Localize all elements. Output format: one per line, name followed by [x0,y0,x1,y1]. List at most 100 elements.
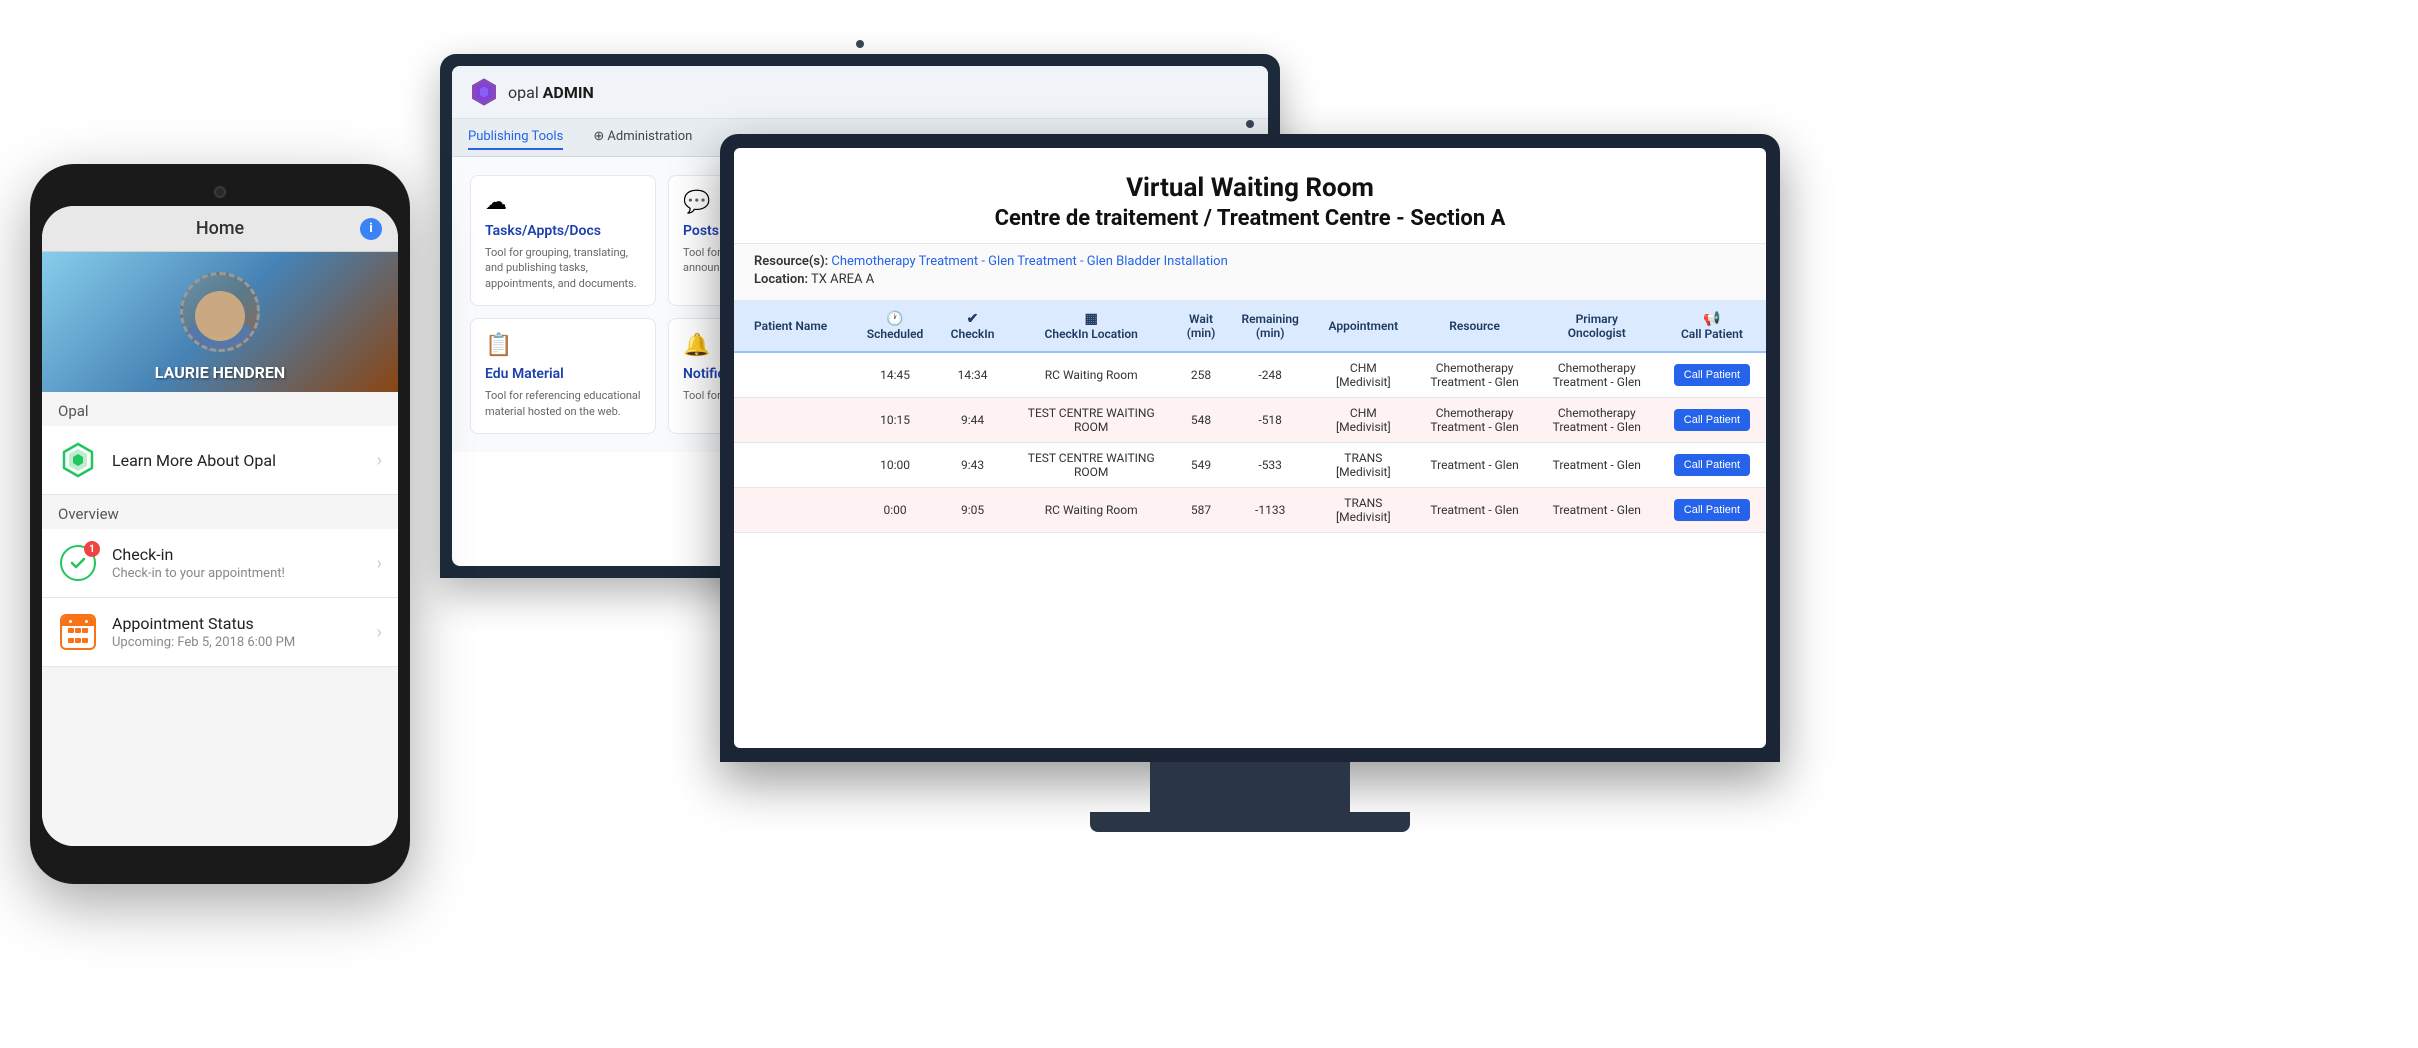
appointment-status-item[interactable]: Appointment Status Upcoming: Feb 5, 2018… [42,598,398,667]
vwr-title-line1: Virtual Waiting Room [754,172,1746,206]
appointment-status-text: Appointment Status Upcoming: Feb 5, 2018… [112,614,363,650]
th-appointment: Appointment [1313,301,1413,352]
call-patient-btn-3[interactable]: Call Patient [1674,454,1750,476]
td-patient-name-2 [734,397,853,442]
th-patient-name: Patient Name [734,301,853,352]
td-call-patient-4: Call Patient [1658,487,1766,532]
nav-publishing-tools[interactable]: Publishing Tools [468,125,563,150]
vwr-location-value: TX AREA A [811,272,874,287]
call-patient-btn-4[interactable]: Call Patient [1674,499,1750,521]
td-checkin-2: 9:44 [938,397,1008,442]
td-checkin-1: 14:34 [938,352,1008,398]
td-checkin-3: 9:43 [938,442,1008,487]
td-scheduled-3: 10:00 [853,442,938,487]
admin-logo-text: opal ADMIN [508,83,594,102]
th-primary-oncologist: PrimaryOncologist [1536,301,1658,352]
td-resource-3: Treatment - Glen [1413,442,1535,487]
admin-header: opal ADMIN [452,66,1268,119]
td-appointment-3: TRANS[Medivisit] [1313,442,1413,487]
table-row: 10:00 9:43 TEST CENTRE WAITINGROOM 549 -… [734,442,1766,487]
monitor-front-device: Virtual Waiting Room Centre de traitemen… [720,134,1780,762]
avatar [180,272,260,352]
check-in-item[interactable]: 1 Check-in Check-in to your appointment!… [42,529,398,598]
td-primary-oncologist-2: ChemotherapyTreatment - Glen [1536,397,1658,442]
th-call-patient-label: Call Patient [1681,327,1743,341]
td-remaining-4: -1133 [1227,487,1313,532]
call-patient-btn-1[interactable]: Call Patient [1674,364,1750,386]
vwr-table-container: Patient Name 🕐 Scheduled ✔ CheckIn [734,301,1766,741]
td-call-patient-2: Call Patient [1658,397,1766,442]
phone-wrapper: Home i LAURIE HENDREN Opal [30,164,410,884]
td-call-patient-3: Call Patient [1658,442,1766,487]
call-patient-speaker-icon: 📢 [1666,311,1758,327]
td-patient-name-1 [734,352,853,398]
info-icon[interactable]: i [360,218,382,240]
th-checkin-location: ▦ CheckIn Location [1008,301,1175,352]
td-scheduled-2: 10:15 [853,397,938,442]
check-in-icon-wrapper: 1 [58,543,98,583]
phone-camera [214,186,226,198]
td-scheduled-1: 14:45 [853,352,938,398]
opal-section-label: Opal [42,392,398,426]
td-scheduled-4: 0:00 [853,487,938,532]
phone-top-bar [42,182,398,206]
checkin-check-icon: ✔ [946,311,1000,327]
th-wait: Wait(min) [1175,301,1227,352]
checkmark-icon [68,553,88,573]
calendar-header-strip [62,616,94,626]
td-appointment-1: CHM[Medivisit] [1313,352,1413,398]
tasks-desc: Tool for grouping, translating, and publ… [485,245,641,291]
appointment-chevron: › [377,622,382,643]
td-wait-4: 587 [1175,487,1227,532]
th-patient-name-label: Patient Name [754,319,827,333]
vwr-location-label: Location: [754,272,808,287]
td-resource-4: Treatment - Glen [1413,487,1535,532]
monitor-back-camera [856,40,864,48]
th-checkin-label: CheckIn [951,327,995,341]
th-resource: Resource [1413,301,1535,352]
learn-more-item[interactable]: Learn More About Opal › [42,426,398,495]
location-grid-icon: ▦ [1016,311,1167,327]
vwr-screen: Virtual Waiting Room Centre de traitemen… [734,148,1766,748]
learn-more-title: Learn More About Opal [112,451,363,470]
vwr-meta: Resource(s): Chemotherapy Treatment - Gl… [734,244,1766,301]
td-wait-1: 258 [1175,352,1227,398]
td-resource-1: ChemotherapyTreatment - Glen [1413,352,1535,398]
vwr-table-body: 14:45 14:34 RC Waiting Room 258 -248 CHM… [734,352,1766,533]
opal-admin-logo: opal ADMIN [468,76,594,108]
td-patient-name-4 [734,487,853,532]
th-scheduled-label: Scheduled [867,327,924,341]
scheduled-clock-icon: 🕐 [861,311,930,327]
vwr-resources-value: Chemotherapy Treatment - Glen Treatment … [831,254,1227,269]
scene: Home i LAURIE HENDREN Opal [0,0,2418,1048]
td-call-patient-1: Call Patient [1658,352,1766,398]
vwr-header: Virtual Waiting Room Centre de traitemen… [734,148,1766,244]
calendar-icon [60,614,96,650]
check-in-badge: 1 [84,541,100,557]
td-patient-name-3 [734,442,853,487]
admin-card-edu[interactable]: 📋 Edu Material Tool for referencing educ… [470,318,656,434]
monitor-front-stand [1150,762,1350,812]
nav-administration[interactable]: ⊕ Administration [593,125,692,150]
monitor-front-base [1090,812,1410,832]
th-checkin-location-label: CheckIn Location [1045,327,1138,341]
th-remaining: Remaining(min) [1227,301,1313,352]
table-row: 0:00 9:05 RC Waiting Room 587 -1133 TRAN… [734,487,1766,532]
td-appointment-4: TRANS[Medivisit] [1313,487,1413,532]
td-checkin-4: 9:05 [938,487,1008,532]
td-primary-oncologist-3: Treatment - Glen [1536,442,1658,487]
check-in-subtitle: Check-in to your appointment! [112,566,363,581]
phone-device: Home i LAURIE HENDREN Opal [30,164,410,884]
monitor-front-camera [1246,120,1254,128]
admin-card-tasks[interactable]: ☁ Tasks/Appts/Docs Tool for grouping, tr… [470,175,656,306]
appointment-status-title: Appointment Status [112,614,363,633]
td-primary-oncologist-4: Treatment - Glen [1536,487,1658,532]
vwr-table: Patient Name 🕐 Scheduled ✔ CheckIn [734,301,1766,533]
table-header-row: Patient Name 🕐 Scheduled ✔ CheckIn [734,301,1766,352]
call-patient-btn-2[interactable]: Call Patient [1674,409,1750,431]
vwr-title-line2: Centre de traitement / Treatment Centre … [754,206,1746,231]
calendar-icon-wrapper [58,612,98,652]
check-in-text: Check-in Check-in to your appointment! [112,545,363,581]
td-checkin-location-2: TEST CENTRE WAITINGROOM [1008,397,1175,442]
td-remaining-2: -518 [1227,397,1313,442]
